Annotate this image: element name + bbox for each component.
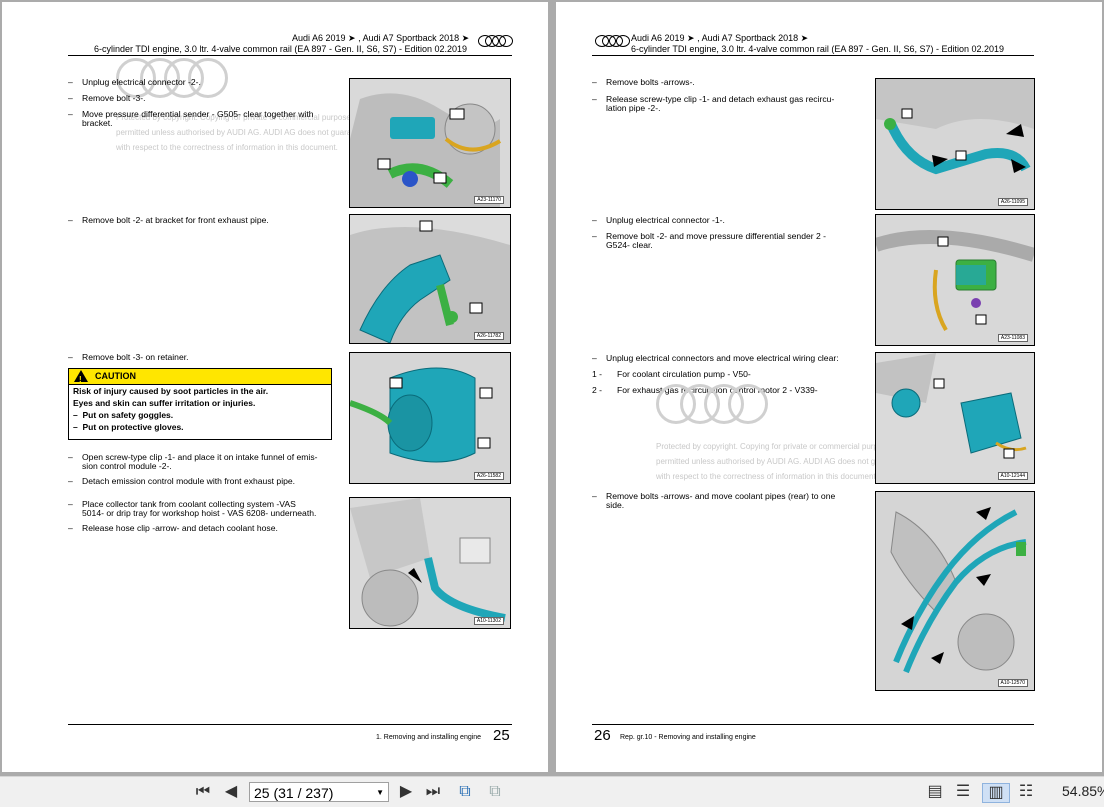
audi-logo-icon bbox=[595, 35, 630, 47]
continuous-view-icon[interactable]: ☰ bbox=[953, 783, 973, 801]
figure-code: A23-11170 bbox=[474, 196, 504, 204]
footer-rule bbox=[592, 724, 1034, 725]
figure-code: A10-11302 bbox=[473, 617, 504, 625]
header-title-line2: 6-cylinder TDI engine, 3.0 ltr. 4-valve … bbox=[94, 44, 468, 54]
facing-pages-view-icon[interactable]: ▥ bbox=[982, 783, 1010, 803]
list-item-1: 1 - For coolant circulation pump - V50- bbox=[592, 369, 751, 379]
step-release-clip-egr-cont: lation pipe -2-. bbox=[606, 103, 661, 113]
audi-logo-icon bbox=[478, 35, 513, 47]
figure-code: A26-11095 bbox=[997, 198, 1028, 206]
step-open-clip-cont: sion control module -2-. bbox=[82, 461, 172, 471]
page-number-select[interactable]: 25 (31 / 237) ▼ bbox=[249, 782, 389, 802]
document-viewport[interactable]: Audi A6 2019 ➤ , Audi A7 Sportback 2018 … bbox=[0, 0, 1104, 776]
page-number: 26 bbox=[594, 727, 611, 744]
figure-A10-12570: A10-12570 bbox=[875, 491, 1035, 691]
go-back-view-icon[interactable]: ⧉ bbox=[454, 783, 476, 801]
caution-item-goggles: – Put on safety goggles. bbox=[73, 409, 174, 420]
figure-A26-11782: A26-11782 bbox=[349, 214, 511, 344]
figure-code: A10-12144 bbox=[997, 472, 1028, 480]
page-25: Audi A6 2019 ➤ , Audi A7 Sportback 2018 … bbox=[2, 2, 548, 772]
figure-A23-11083: A23-11083 bbox=[875, 214, 1035, 346]
page-26: Audi A6 2019 ➤ , Audi A7 Sportback 2018 … bbox=[556, 2, 1102, 772]
step-place-collector-cont: 5014- or drip tray for workshop hoist - … bbox=[82, 508, 317, 518]
figure-code: A10-12570 bbox=[997, 679, 1028, 687]
single-page-view-icon[interactable]: ▤ bbox=[925, 783, 945, 801]
previous-page-icon[interactable]: ◀ bbox=[222, 783, 240, 801]
header-rule bbox=[592, 55, 1034, 56]
page-number: 25 bbox=[493, 727, 510, 744]
zoom-level[interactable]: 54.85% bbox=[1062, 783, 1104, 799]
step-remove-bolts-coolant-cont: side. bbox=[606, 500, 625, 510]
step-move-sender-cont: bracket. bbox=[82, 118, 113, 128]
chevron-down-icon: ▼ bbox=[376, 788, 384, 797]
caution-line-1: Risk of injury caused by soot particles … bbox=[73, 386, 269, 396]
figure-A26-11582: A26-11582 bbox=[349, 352, 511, 484]
go-forward-view-icon[interactable]: ⧉ bbox=[484, 783, 506, 801]
step-remove-bolt-sender2-cont: G524- clear. bbox=[606, 240, 653, 250]
footer-section-title: Rep. gr.10 - Removing and installing eng… bbox=[620, 734, 756, 741]
header-title-line1: Audi A6 2019 ➤ , Audi A7 Sportback 2018 … bbox=[292, 33, 470, 43]
figure-A23-11170: A23-11170 bbox=[349, 78, 511, 208]
figure-code: A23-11083 bbox=[997, 334, 1028, 342]
next-page-icon[interactable]: ▶ bbox=[397, 783, 415, 801]
viewer-toolbar: ⏮ ◀ 25 (31 / 237) ▼ ▶ ⏭ ⧉ ⧉ ▤ ☰ ▥ ☷ 54.8… bbox=[0, 776, 1104, 807]
last-page-icon[interactable]: ⏭ bbox=[422, 783, 444, 801]
caution-line-2: Eyes and skin can suffer irritation or i… bbox=[73, 397, 256, 408]
continuous-facing-view-icon[interactable]: ☷ bbox=[1015, 783, 1037, 801]
watermark-logo-icon bbox=[656, 384, 768, 424]
header-title-line2: 6-cylinder TDI engine, 3.0 ltr. 4-valve … bbox=[631, 44, 1005, 54]
footer-rule bbox=[68, 724, 512, 725]
first-page-icon[interactable]: ⏮ bbox=[192, 783, 214, 801]
figure-A10-12144: A10-12144 bbox=[875, 352, 1035, 484]
header-title-line1: Audi A6 2019 ➤ , Audi A7 Sportback 2018 … bbox=[631, 33, 809, 43]
caution-item-gloves: – Put on protective gloves. bbox=[73, 421, 184, 432]
figure-code: A26-11782 bbox=[473, 332, 504, 340]
figure-A26-11095: A26-11095 bbox=[875, 78, 1035, 210]
footer-section-title: 1. Removing and installing engine bbox=[376, 734, 482, 741]
caution-header: ! CAUTION bbox=[69, 369, 331, 385]
figure-A10-11302: A10-11302 bbox=[349, 497, 511, 629]
list-item-2: 2 - For exhaust gas recirculation control… bbox=[592, 385, 818, 395]
header-rule bbox=[68, 55, 512, 56]
caution-box: ! CAUTION Risk of injury caused by soot … bbox=[68, 368, 332, 440]
figure-code: A26-11582 bbox=[473, 472, 504, 480]
